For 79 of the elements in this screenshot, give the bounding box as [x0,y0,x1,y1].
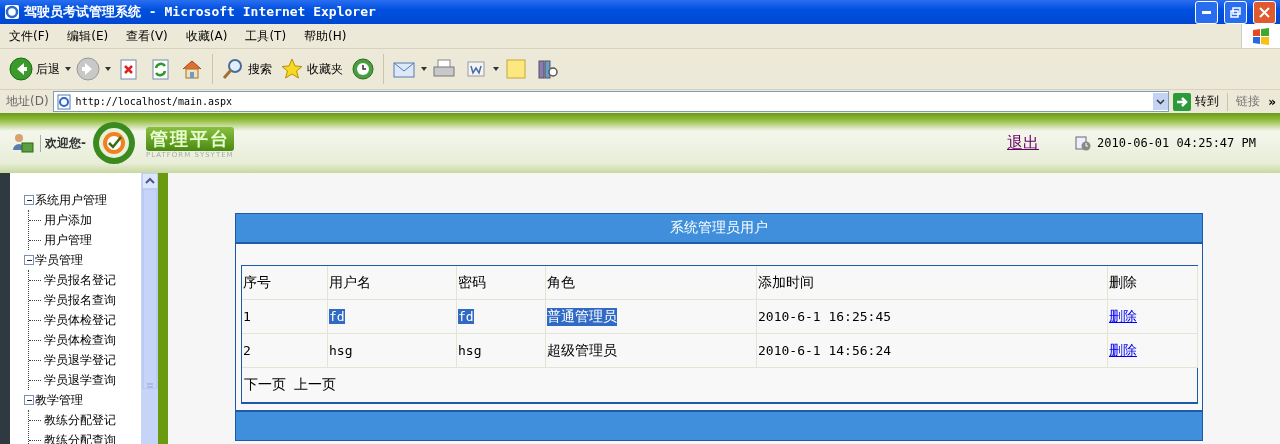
table-cell: hsg [329,343,353,358]
menu-item[interactable]: 工具(T) [236,27,296,45]
column-header: 密码 [457,266,546,300]
column-header: 用户名 [328,266,457,300]
tree-item[interactable]: 教练分配登记 [44,411,116,429]
collapse-toggle[interactable] [24,255,34,265]
close-icon [1259,6,1270,18]
panel-title: 系统管理员用户 [236,214,1202,244]
window-title: 驾驶员考试管理系统 - Microsoft Internet Explorer [24,3,377,21]
back-button[interactable]: 后退 [6,55,63,83]
minimize-button[interactable] [1195,0,1218,24]
delete-link[interactable]: 删除 [1109,341,1137,360]
column-header: 删除 [1108,266,1198,300]
table-cell: 2010-6-1 16:25:45 [758,309,892,324]
caret-icon[interactable] [493,67,499,71]
page-icon [55,93,72,110]
tree-item[interactable]: 学员退学登记 [44,351,116,369]
caret-icon[interactable] [65,67,71,71]
tree-item[interactable]: 学员体检登记 [44,311,116,329]
address-label: 地址(D) [6,93,49,110]
minimize-icon [1202,10,1211,14]
menu-item[interactable]: 编辑(E) [58,27,118,45]
close-button[interactable] [1253,0,1276,24]
menu-item[interactable]: 帮助(H) [295,27,356,45]
column-header: 序号 [242,266,328,300]
scroll-up-arrow[interactable] [141,173,158,189]
restore-icon [1230,6,1241,18]
tree-item[interactable]: 教学管理 [35,391,83,409]
chevron-down-icon [1156,98,1166,105]
collapse-toggle[interactable] [24,195,34,205]
ie-logo-icon [4,4,20,20]
note-icon [504,57,528,81]
history-clock-icon [351,57,375,81]
delete-link[interactable]: 删除 [1109,307,1137,326]
table-cell: 超级管理员 [547,341,617,360]
more-chevron[interactable]: » [1268,94,1280,109]
dropdown-button[interactable] [1153,93,1169,110]
logo-title: 管理平台 [146,127,234,151]
user-icon [12,132,34,154]
welcome-text: 欢迎您- [40,134,86,152]
table-cell: fd [329,309,345,324]
search-button[interactable]: 搜索 [218,55,275,83]
tree-item[interactable]: 学员报名查询 [44,291,116,309]
tree-item[interactable]: 学员退学查询 [44,371,116,389]
tree-item[interactable]: 学员报名登记 [44,271,116,289]
collapse-toggle[interactable] [24,395,34,405]
table-cell: fd [458,309,474,324]
menu-item[interactable]: 文件(F) [0,27,59,45]
tree-item[interactable]: 学员体检查询 [44,331,116,349]
books-icon [536,57,560,81]
caret-icon[interactable] [105,67,111,71]
pager-link[interactable]: 上一页 [294,376,336,394]
search-icon [221,57,245,81]
table-cell: 2010-6-1 14:56:24 [758,343,892,358]
table-cell: 普通管理员 [547,307,617,326]
tree-item[interactable]: 用户管理 [44,231,92,249]
table-cell: hsg [458,343,482,358]
column-header: 添加时间 [757,266,1108,300]
pager-link[interactable]: 下一页 [244,376,286,394]
restore-button[interactable] [1224,0,1247,24]
column-header: 角色 [546,266,757,300]
favorites-button[interactable]: 收藏夹 [277,55,346,83]
table-cell: 2 [243,343,251,358]
datetime-text: 2010-06-01 04:25:47 PM [1097,136,1256,150]
table-cell: 1 [243,309,251,324]
calendar-clock-icon [1075,135,1092,151]
links-label[interactable]: 链接 [1232,93,1265,110]
tree-item[interactable]: 学员管理 [35,251,83,269]
address-field[interactable]: http://localhost/main.aspx [52,91,1170,112]
windows-flag-icon [1251,27,1271,45]
caret-icon[interactable] [421,67,427,71]
tree-item[interactable]: 用户添加 [44,211,92,229]
logout-link[interactable]: 退出 [1007,132,1040,154]
menu-item[interactable]: 查看(V) [117,27,177,45]
star-icon [280,57,304,81]
tree-item[interactable]: 系统用户管理 [35,191,107,209]
logo-icon [92,121,136,165]
menu-item[interactable]: 收藏(A) [176,27,237,45]
go-button[interactable]: 转到 [1173,92,1229,111]
